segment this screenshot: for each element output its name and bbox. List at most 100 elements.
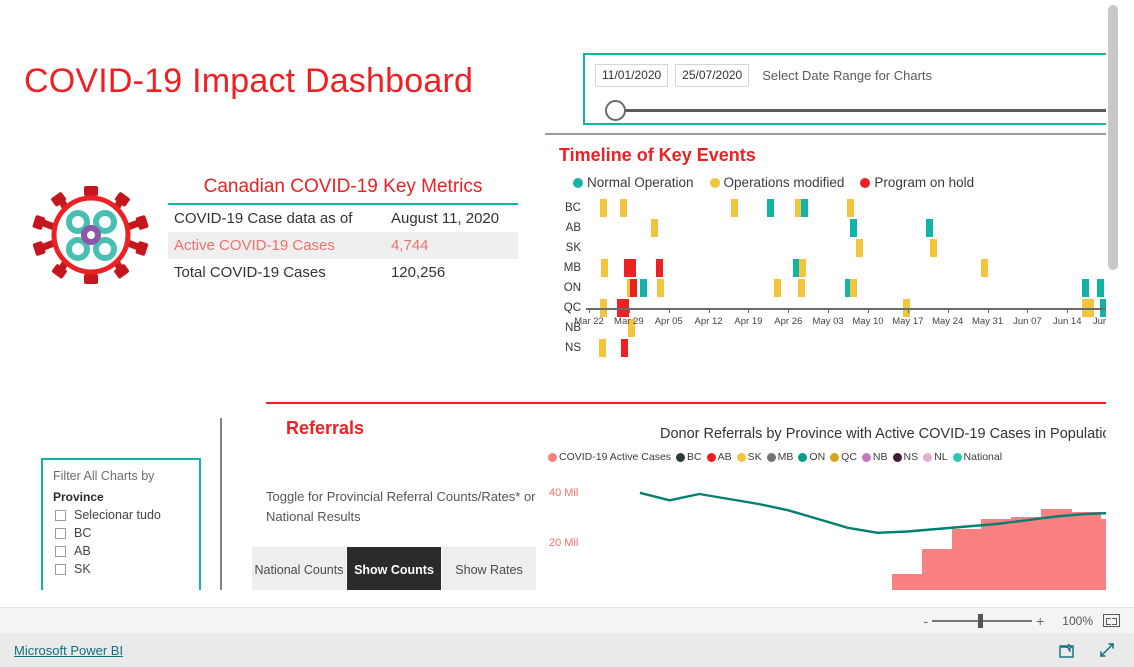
vertical-scrollbar-thumb[interactable] — [1108, 5, 1118, 270]
legend-item[interactable]: NB — [861, 451, 888, 463]
timeline-event-marker[interactable] — [601, 259, 609, 277]
timeline-event-marker[interactable] — [731, 199, 739, 217]
timeline-event-marker[interactable] — [655, 259, 663, 277]
toggle-national-counts[interactable]: National Counts — [252, 547, 347, 590]
timeline-event-marker[interactable] — [856, 239, 864, 257]
timeline-event-marker[interactable] — [849, 279, 857, 297]
timeline-event-marker[interactable] — [650, 219, 658, 237]
legend-item[interactable]: NL — [923, 451, 948, 463]
timeline-row-ab: AB — [545, 218, 1120, 238]
zoom-slider[interactable] — [932, 613, 1033, 628]
legend-item[interactable]: QC — [830, 451, 857, 463]
timeline-event-marker[interactable] — [929, 239, 937, 257]
timeline-event-marker[interactable] — [629, 279, 637, 297]
timeline-event-marker[interactable] — [656, 279, 664, 297]
timeline-event-marker[interactable] — [774, 279, 782, 297]
legend-item[interactable]: AB — [706, 451, 732, 463]
timeline-event-marker[interactable] — [925, 219, 933, 237]
checkbox-icon[interactable] — [55, 509, 66, 521]
timeline-axis-tick-label: May 31 — [971, 316, 1004, 327]
section-vertical-divider — [220, 418, 222, 590]
date-slider-handle-start[interactable] — [605, 100, 626, 121]
timeline-event-marker[interactable] — [629, 259, 637, 277]
timeline-row-ns: NS — [545, 338, 1120, 358]
checkbox-icon[interactable] — [55, 527, 66, 539]
zoom-level-label: 100% — [1062, 613, 1093, 628]
coronavirus-icon — [28, 172, 154, 298]
timeline-event-marker[interactable] — [619, 199, 627, 217]
legend-swatch-icon — [952, 452, 962, 462]
timeline-axis-tick-label: May 17 — [892, 316, 924, 327]
legend-item[interactable]: National — [952, 451, 1002, 463]
timeline-event-marker[interactable] — [847, 199, 855, 217]
checkbox-icon[interactable] — [55, 545, 66, 557]
zoom-slider-thumb[interactable] — [978, 613, 984, 628]
legend-label: QC — [841, 451, 857, 463]
filter-option-ab[interactable]: AB — [43, 542, 199, 560]
timeline-axis-tick — [788, 308, 790, 313]
filter-option-sk[interactable]: SK — [43, 560, 199, 578]
timeline-event-marker[interactable] — [639, 279, 647, 297]
legend-label: SK — [747, 451, 762, 463]
date-start-input[interactable]: 11/01/2020 — [595, 64, 669, 87]
date-range-slicer[interactable]: 11/01/2020 25/07/2020 Select Date Range … — [583, 53, 1120, 125]
timeline-axis-tick — [1067, 308, 1069, 313]
fullscreen-icon[interactable] — [1098, 641, 1116, 659]
timeline-event-marker[interactable] — [767, 199, 775, 217]
timeline-event-marker[interactable] — [798, 279, 806, 297]
donor-referrals-visual[interactable]: Donor Referrals by Province with Active … — [545, 426, 1120, 590]
legend-label: Operations modified — [723, 175, 845, 190]
legend-swatch-icon — [548, 452, 557, 462]
key-metrics-table: COVID-19 Case data as of August 11, 2020 A… — [168, 203, 518, 286]
timeline-axis-tick-label: Apr 12 — [694, 316, 723, 327]
timeline-event-marker[interactable] — [801, 199, 809, 217]
legend-item[interactable]: Operations modified — [709, 175, 845, 190]
timeline-axis-tick — [589, 308, 590, 313]
legend-item[interactable]: Program on hold — [860, 175, 974, 190]
timeline-event-marker[interactable] — [980, 259, 988, 277]
page-title: COVID-19 Impact Dashboard — [24, 62, 474, 100]
timeline-event-marker[interactable] — [1096, 279, 1104, 297]
table-row: Total COVID-19 Cases 120,256 — [168, 259, 518, 286]
timeline-title: Timeline of Key Events — [559, 145, 756, 165]
timeline-event-marker[interactable] — [599, 199, 607, 217]
share-icon[interactable] — [1058, 641, 1076, 659]
timeline-axis-tick-label: Apr 05 — [654, 316, 683, 327]
legend-swatch-icon — [830, 452, 840, 462]
legend-item[interactable]: BC — [676, 451, 702, 463]
timeline-event-marker[interactable] — [799, 259, 807, 277]
date-end-input[interactable]: 25/07/2020 — [675, 64, 750, 87]
zoom-in-button[interactable]: + — [1032, 613, 1048, 629]
legend-item[interactable]: MB — [766, 451, 793, 463]
vertical-scrollbar[interactable] — [1106, 0, 1120, 590]
legend-item[interactable]: ON — [798, 451, 825, 463]
toggle-show-counts[interactable]: Show Counts — [347, 547, 442, 590]
metric-value: 120,256 — [390, 264, 446, 281]
timeline-row-sk: SK — [545, 238, 1120, 258]
legend-item[interactable]: NS — [892, 451, 918, 463]
date-slider-track[interactable] — [617, 109, 1120, 112]
key-metrics-title: Canadian COVID-19 Key Metrics — [203, 176, 483, 197]
timeline-event-marker[interactable] — [621, 339, 629, 357]
timeline-axis-tick — [748, 308, 750, 313]
province-filter-slicer[interactable]: Filter All Charts by Province Selecionar… — [41, 458, 201, 590]
legend-item[interactable]: COVID-19 Active Cases — [548, 451, 671, 463]
timeline-visual[interactable]: Timeline of Key Events Normal Operation O… — [545, 145, 1120, 395]
checkbox-icon[interactable] — [55, 563, 66, 575]
zoom-out-button[interactable]: - — [919, 613, 932, 629]
toggle-show-rates[interactable]: Show Rates — [442, 547, 537, 590]
filter-option-bc[interactable]: BC — [43, 524, 199, 542]
fit-to-page-icon[interactable] — [1103, 614, 1120, 627]
report-canvas: COVID-19 Impact Dashboard 11/01/2020 25/… — [0, 0, 1120, 590]
legend-swatch-icon — [676, 452, 686, 462]
filter-option-selecionar-tudo[interactable]: Selecionar tudo — [43, 506, 199, 524]
timeline-event-marker[interactable] — [599, 339, 607, 357]
timeline-axis-tick — [628, 308, 630, 313]
legend-label: COVID-19 Active Cases — [559, 451, 672, 463]
legend-item[interactable]: SK — [736, 451, 762, 463]
timeline-event-marker[interactable] — [849, 219, 857, 237]
power-bi-link[interactable]: Microsoft Power BI — [14, 643, 123, 658]
legend-item[interactable]: Normal Operation — [573, 175, 694, 190]
timeline-axis-tick-label: Apr 26 — [774, 316, 803, 327]
timeline-event-marker[interactable] — [1082, 279, 1090, 297]
